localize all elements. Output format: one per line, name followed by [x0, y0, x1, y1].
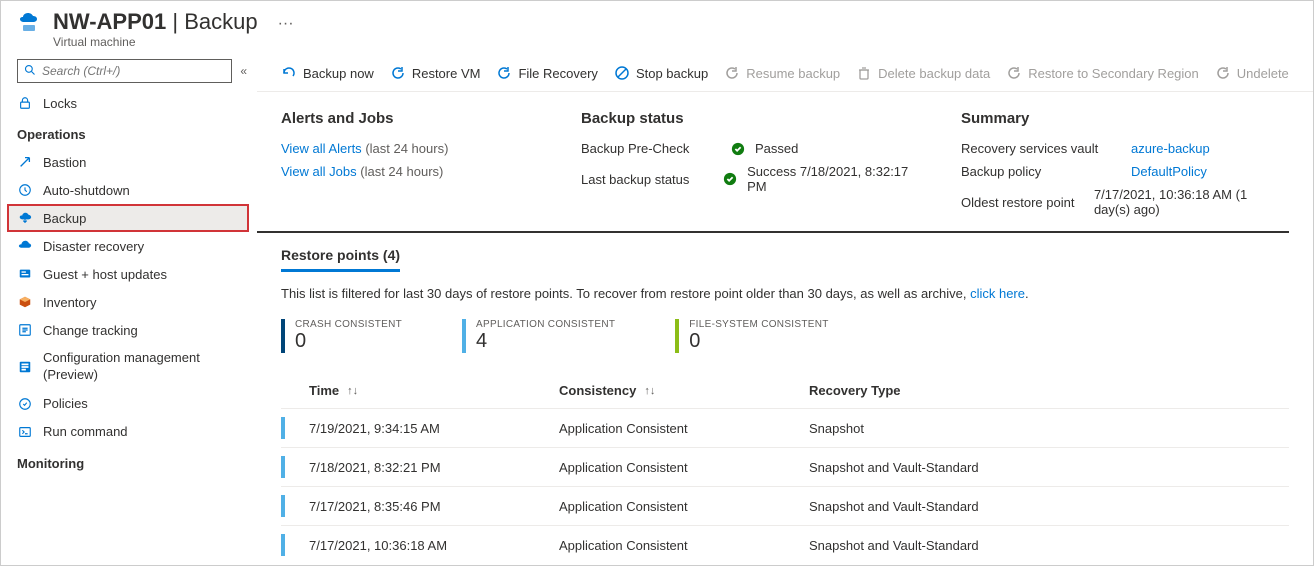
- precheck-value: Passed: [755, 141, 798, 156]
- counter-application: APPLICATION CONSISTENT4: [462, 319, 615, 353]
- stop-backup-button[interactable]: Stop backup: [614, 65, 708, 81]
- sidebar-item-guest-host-updates[interactable]: Guest + host updates: [1, 260, 257, 288]
- resume-backup-icon: [724, 65, 740, 81]
- success-icon: [723, 172, 737, 186]
- vault-link[interactable]: azure-backup: [1131, 141, 1210, 156]
- sidebar-item-change-tracking[interactable]: Change tracking: [1, 316, 257, 344]
- more-actions-button[interactable]: ···: [278, 9, 294, 33]
- sidebar-item-label: Auto-shutdown: [43, 183, 130, 198]
- col-recovery-header[interactable]: Recovery Type: [809, 383, 1289, 398]
- search-box[interactable]: [17, 59, 232, 83]
- disaster-recovery-icon: [17, 238, 33, 254]
- overview-panel: Alerts and Jobs View all Alerts (last 24…: [257, 92, 1289, 233]
- bastion-icon: [17, 154, 33, 170]
- backup-now-button[interactable]: Backup now: [281, 65, 374, 81]
- sidebar-item-inventory[interactable]: Inventory: [1, 288, 257, 316]
- collapse-sidebar-icon[interactable]: «: [238, 62, 249, 80]
- change-tracking-icon: [17, 322, 33, 338]
- restore-points-tab[interactable]: Restore points (4): [281, 247, 400, 272]
- stop-backup-icon: [614, 65, 630, 81]
- policies-icon: [17, 396, 33, 412]
- table-row[interactable]: 7/19/2021, 9:34:15 AMApplication Consist…: [281, 408, 1289, 447]
- resume-backup-button: Resume backup: [724, 65, 840, 81]
- updates-icon: [17, 266, 33, 282]
- vault-label: Recovery services vault: [961, 141, 1121, 156]
- status-title: Backup status: [581, 110, 921, 127]
- file-recovery-button[interactable]: File Recovery: [496, 65, 597, 81]
- vm-icon: [17, 11, 41, 35]
- restore-secondary-button: Restore to Secondary Region: [1006, 65, 1199, 81]
- sidebar-item-label: Bastion: [43, 155, 86, 170]
- success-icon: [731, 142, 745, 156]
- filter-note: This list is filtered for last 30 days o…: [281, 286, 1289, 301]
- search-icon: [24, 64, 36, 79]
- sidebar-item-bastion[interactable]: Bastion: [1, 148, 257, 176]
- backup-now-icon: [281, 65, 297, 81]
- counter-crash: CRASH CONSISTENT0: [281, 319, 402, 353]
- sidebar-item-label: Guest + host updates: [43, 267, 167, 282]
- sidebar-item-backup[interactable]: Backup: [7, 204, 249, 232]
- col-time-header[interactable]: Time↑↓: [309, 383, 559, 398]
- restore-secondary-icon: [1006, 65, 1022, 81]
- run-command-icon: [17, 424, 33, 440]
- col-consistency-header[interactable]: Consistency↑↓: [559, 383, 809, 398]
- precheck-label: Backup Pre-Check: [581, 141, 721, 156]
- view-all-jobs-link[interactable]: View all Jobs (last 24 hours): [281, 164, 541, 179]
- summary-title: Summary: [961, 110, 1265, 127]
- inventory-icon: [17, 294, 33, 310]
- oldest-label: Oldest restore point: [961, 195, 1084, 210]
- sidebar-item-locks[interactable]: Locks: [1, 89, 257, 117]
- sidebar-item-label: Configuration management (Preview): [43, 350, 241, 384]
- undelete-button: Undelete: [1215, 65, 1289, 81]
- config-mgmt-icon: [17, 359, 33, 375]
- sidebar-item-label: Disaster recovery: [43, 239, 144, 254]
- delete-backup-button: Delete backup data: [856, 65, 990, 81]
- toolbar: Backup now Restore VM File Recovery Stop…: [257, 59, 1313, 92]
- sidebar-item-label: Inventory: [43, 295, 96, 310]
- sidebar-item-config-mgmt[interactable]: Configuration management (Preview): [1, 344, 257, 390]
- sidebar-group-operations: Operations: [1, 117, 257, 148]
- sidebar-item-label: Run command: [43, 424, 128, 439]
- clock-icon: [17, 182, 33, 198]
- policy-label: Backup policy: [961, 164, 1121, 179]
- click-here-link[interactable]: click here: [970, 286, 1025, 301]
- restore-vm-icon: [390, 65, 406, 81]
- table-row[interactable]: 7/17/2021, 10:36:18 AMApplication Consis…: [281, 525, 1289, 564]
- restore-points-table: Time↑↓ Consistency↑↓ Recovery Type 7/19/…: [281, 377, 1289, 564]
- counter-filesystem: FILE-SYSTEM CONSISTENT0: [675, 319, 828, 353]
- lock-icon: [17, 95, 33, 111]
- last-backup-label: Last backup status: [581, 172, 713, 187]
- sort-icon: ↑↓: [347, 385, 358, 397]
- sidebar-item-label: Change tracking: [43, 323, 138, 338]
- sidebar: « Locks Operations Bastion Auto-shutdown: [1, 59, 257, 565]
- page-subtitle: Virtual machine: [53, 35, 258, 49]
- undelete-icon: [1215, 65, 1231, 81]
- table-row[interactable]: 7/17/2021, 8:35:46 PMApplication Consist…: [281, 486, 1289, 525]
- search-input[interactable]: [42, 64, 225, 78]
- trash-icon: [856, 65, 872, 81]
- sort-icon: ↑↓: [644, 385, 655, 397]
- sidebar-item-label: Backup: [43, 211, 86, 226]
- sidebar-item-policies[interactable]: Policies: [1, 390, 257, 418]
- page-header: NW-APP01 | Backup Virtual machine ···: [1, 1, 1313, 59]
- page-title: NW-APP01 | Backup: [53, 9, 258, 35]
- sidebar-item-label: Policies: [43, 396, 88, 411]
- restore-points-section: Restore points (4) This list is filtered…: [257, 233, 1313, 565]
- table-row[interactable]: 7/18/2021, 8:32:21 PMApplication Consist…: [281, 447, 1289, 486]
- main-content: Backup now Restore VM File Recovery Stop…: [257, 59, 1313, 565]
- sidebar-item-run-command[interactable]: Run command: [1, 418, 257, 446]
- sidebar-item-disaster-recovery[interactable]: Disaster recovery: [1, 232, 257, 260]
- sidebar-item-auto-shutdown[interactable]: Auto-shutdown: [1, 176, 257, 204]
- sidebar-item-label: Locks: [43, 96, 77, 111]
- backup-icon: [17, 210, 33, 226]
- last-backup-value: Success 7/18/2021, 8:32:17 PM: [747, 164, 921, 194]
- alerts-title: Alerts and Jobs: [281, 110, 541, 127]
- restore-vm-button[interactable]: Restore VM: [390, 65, 481, 81]
- file-recovery-icon: [496, 65, 512, 81]
- counters: CRASH CONSISTENT0 APPLICATION CONSISTENT…: [281, 319, 1289, 353]
- oldest-value: 7/17/2021, 10:36:18 AM (1 day(s) ago): [1094, 187, 1265, 217]
- view-all-alerts-link[interactable]: View all Alerts (last 24 hours): [281, 141, 541, 156]
- sidebar-group-monitoring: Monitoring: [1, 446, 257, 477]
- policy-link[interactable]: DefaultPolicy: [1131, 164, 1207, 179]
